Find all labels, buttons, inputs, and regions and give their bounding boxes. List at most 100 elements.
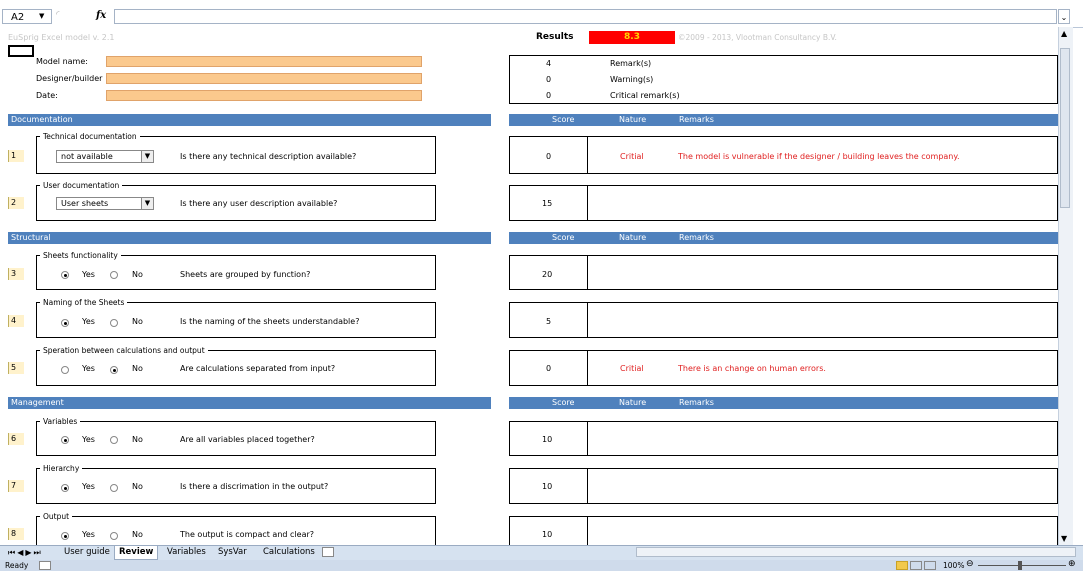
group-title: Sheets functionality xyxy=(40,251,121,260)
no-label: No xyxy=(132,530,143,539)
insert-function-icon[interactable]: fx xyxy=(96,10,106,21)
remarks-column-header: Remarks xyxy=(679,398,714,407)
remark-value: The model is vulnerable if the designer … xyxy=(678,152,960,161)
group-title: Technical documentation xyxy=(40,132,140,141)
formula-input[interactable] xyxy=(114,9,1057,24)
yes-radio[interactable] xyxy=(61,271,69,279)
yes-radio[interactable] xyxy=(61,319,69,327)
score-row-7 xyxy=(509,468,1058,504)
chevron-down-icon[interactable]: ▼ xyxy=(141,151,153,162)
group-title: Naming of the Sheets xyxy=(40,298,128,307)
tab-sysvar[interactable]: SysVar xyxy=(214,546,251,559)
section-header-management: Management xyxy=(8,397,491,409)
designer-builder-field[interactable] xyxy=(106,73,422,84)
user-documentation-select[interactable]: User sheets ▼ xyxy=(56,197,154,210)
insert-sheet-icon[interactable] xyxy=(322,547,334,557)
tab-review[interactable]: Review xyxy=(114,546,159,560)
no-radio[interactable] xyxy=(110,484,118,492)
status-text: Ready xyxy=(5,561,29,570)
score-divider xyxy=(587,350,588,386)
technical-documentation-select[interactable]: not available ▼ xyxy=(56,150,154,163)
score-header-structural: Score Nature Remarks xyxy=(509,232,1058,244)
name-box-dropdown-icon[interactable]: ▼ xyxy=(39,12,44,20)
score-row-6 xyxy=(509,421,1058,456)
question-number: 3 xyxy=(8,268,24,280)
sheet-nav-icons[interactable]: ⏮◀▶⏭ xyxy=(8,546,43,559)
no-label: No xyxy=(132,364,143,373)
score-value: 20 xyxy=(542,270,553,279)
vertical-scrollbar-thumb[interactable] xyxy=(1060,48,1070,208)
score-header-management: Score Nature Remarks xyxy=(509,397,1058,409)
page-layout-view-icon[interactable] xyxy=(910,561,922,570)
model-name-label: Model name: xyxy=(36,57,88,66)
score-divider xyxy=(587,136,588,174)
tab-user-guide[interactable]: User guide xyxy=(60,546,114,559)
tab-variables[interactable]: Variables xyxy=(163,546,210,559)
worksheet-grid: EuSprig Excel model v. 2.1 Results 8.3 ©… xyxy=(0,27,1058,545)
no-radio[interactable] xyxy=(110,532,118,540)
question-text: Is the naming of the sheets understandab… xyxy=(180,317,360,326)
zoom-out-icon[interactable]: ⊖ xyxy=(966,559,974,569)
chevron-down-icon[interactable]: ▼ xyxy=(141,198,153,209)
name-box[interactable]: A2 xyxy=(2,9,52,24)
question-number: 6 xyxy=(8,433,24,445)
yes-radio[interactable] xyxy=(61,366,69,374)
score-value: 0 xyxy=(546,364,552,373)
score-divider xyxy=(587,185,588,221)
date-field[interactable] xyxy=(106,90,422,101)
yes-label: Yes xyxy=(82,364,95,373)
score-value: 10 xyxy=(542,435,553,444)
score-divider xyxy=(587,421,588,456)
cancel-formula-icon[interactable]: ◜ xyxy=(56,10,68,22)
zoom-in-icon[interactable]: ⊕ xyxy=(1068,559,1076,569)
group-title: Output xyxy=(40,512,73,521)
section-header-structural: Structural xyxy=(8,232,491,244)
critical-count: 0 xyxy=(546,91,552,100)
macro-record-icon[interactable] xyxy=(39,561,51,570)
nature-column-header: Nature xyxy=(619,233,647,242)
zoom-slider[interactable] xyxy=(978,565,1066,566)
score-value: 10 xyxy=(542,482,553,491)
group-title: Speration between calculations and outpu… xyxy=(40,346,208,355)
nature-column-header: Nature xyxy=(619,398,647,407)
score-row-3 xyxy=(509,255,1058,290)
yes-radio[interactable] xyxy=(61,436,69,444)
no-radio[interactable] xyxy=(110,366,118,374)
model-name-field[interactable] xyxy=(106,56,422,67)
nature-value: Critial xyxy=(620,152,644,161)
scroll-down-icon[interactable]: ▼ xyxy=(1061,534,1067,543)
no-radio[interactable] xyxy=(110,319,118,327)
remarks-column-header: Remarks xyxy=(679,233,714,242)
page-break-view-icon[interactable] xyxy=(924,561,936,570)
score-row-8 xyxy=(509,516,1058,545)
yes-label: Yes xyxy=(82,530,95,539)
yes-label: Yes xyxy=(82,270,95,279)
score-value: 10 xyxy=(542,530,553,539)
nature-value: Critial xyxy=(620,364,644,373)
expand-formula-bar-icon[interactable]: ⌄ xyxy=(1058,9,1070,24)
no-label: No xyxy=(132,435,143,444)
no-radio[interactable] xyxy=(110,436,118,444)
tab-calculations[interactable]: Calculations xyxy=(259,546,319,559)
score-divider xyxy=(587,255,588,290)
model-version: EuSprig Excel model v. 2.1 xyxy=(8,33,115,42)
results-score-badge: 8.3 xyxy=(589,31,675,44)
date-label: Date: xyxy=(36,91,58,100)
score-value: 15 xyxy=(542,199,553,208)
yes-radio[interactable] xyxy=(61,484,69,492)
score-header-documentation: Score Nature Remarks xyxy=(509,114,1058,126)
remark-count: 4 xyxy=(546,59,552,68)
nature-column-header: Nature xyxy=(619,115,647,124)
selected-cell-a2[interactable] xyxy=(8,45,34,57)
no-radio[interactable] xyxy=(110,271,118,279)
no-label: No xyxy=(132,482,143,491)
group-title: Hierarchy xyxy=(40,464,83,473)
zoom-slider-thumb[interactable] xyxy=(1018,561,1022,570)
question-text: Is there any technical description avail… xyxy=(180,152,357,161)
section-header-documentation: Documentation xyxy=(8,114,491,126)
scroll-up-icon[interactable]: ▲ xyxy=(1061,29,1067,38)
remarks-column-header: Remarks xyxy=(679,115,714,124)
horizontal-scrollbar[interactable] xyxy=(636,547,1076,557)
yes-radio[interactable] xyxy=(61,532,69,540)
normal-view-icon[interactable] xyxy=(896,561,908,570)
